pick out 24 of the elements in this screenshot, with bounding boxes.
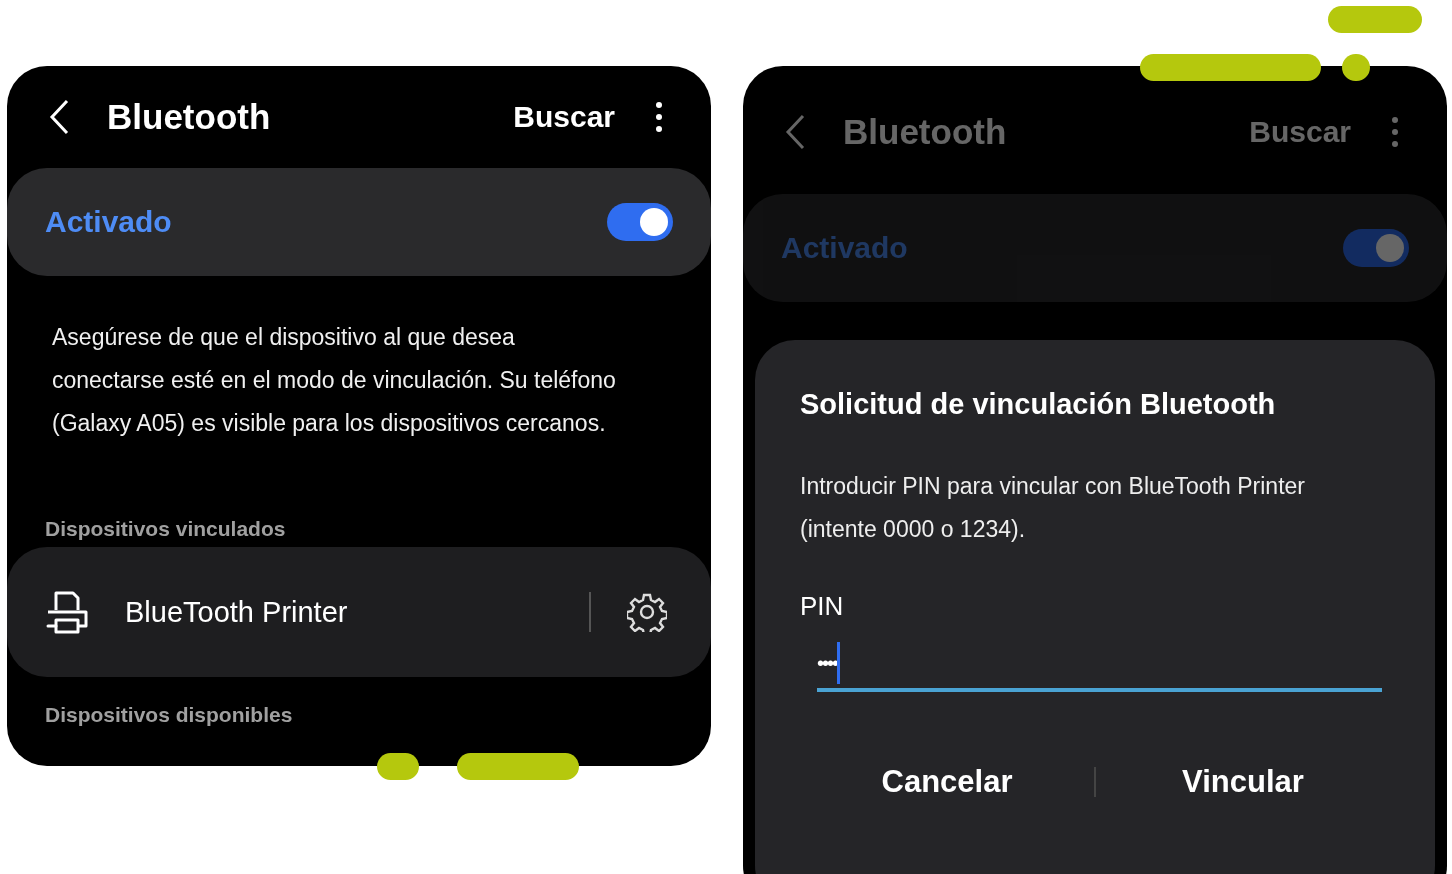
device-item[interactable]: BlueTooth Printer bbox=[7, 547, 711, 677]
decorative-dot bbox=[1342, 54, 1370, 81]
more-options-icon[interactable] bbox=[655, 101, 663, 133]
switch-label: Activado bbox=[781, 231, 908, 265]
field-label: PIN bbox=[800, 591, 845, 622]
dialog-message: Introducir PIN para vincular con BlueTooth Printer (intente 0000 o 1234). bbox=[800, 472, 1306, 544]
section-heading: Dispositivos disponibles bbox=[44, 703, 294, 728]
search-button[interactable]: Buscar bbox=[513, 100, 615, 134]
back-icon[interactable] bbox=[49, 99, 69, 135]
decorative-pill bbox=[377, 753, 419, 780]
section-heading: Dispositivos vinculados bbox=[44, 517, 287, 542]
cancel-button[interactable]: Cancelar bbox=[800, 752, 1094, 812]
search-button[interactable]: Buscar bbox=[1249, 115, 1351, 149]
printer-icon bbox=[45, 590, 89, 634]
screen-title: Bluetooth bbox=[843, 112, 1008, 152]
description-text: Asegúrese de que el dispositivo al que desea conectarse esté en el modo de vinculación. Su teléfono (Galaxy A05) es visible para los dispositivos cercanos. bbox=[51, 323, 617, 438]
bluetooth-toggle[interactable] bbox=[1343, 229, 1409, 267]
switch-label: Activado bbox=[45, 205, 172, 239]
settings-icon[interactable] bbox=[627, 592, 667, 632]
bluetooth-toggle[interactable] bbox=[607, 203, 673, 241]
dialog-title: Solicitud de vinculación Bluetooth bbox=[800, 388, 1277, 421]
confirm-button[interactable]: Vincular bbox=[1096, 752, 1390, 812]
pin-input-field[interactable]: •••• bbox=[817, 638, 1382, 692]
screen-title: Bluetooth bbox=[107, 97, 272, 137]
